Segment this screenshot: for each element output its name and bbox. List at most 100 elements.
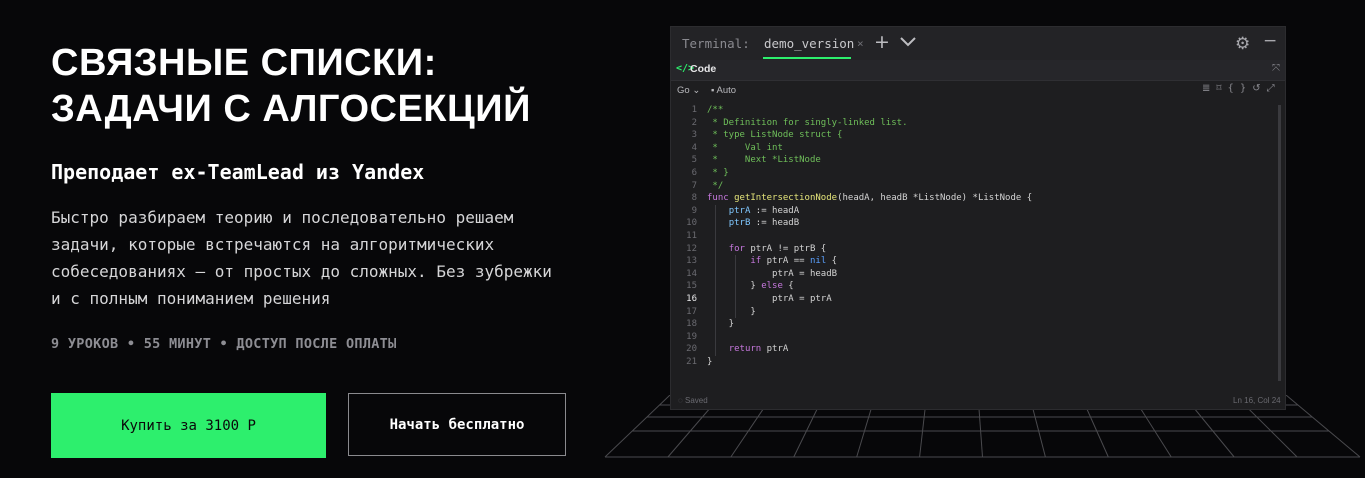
line-code: } else {	[750, 281, 794, 292]
course-description: Быстро разбираем теорию и последовательн…	[51, 208, 552, 308]
code-line: 2 * Definition for singly-linked list.	[671, 117, 1285, 130]
code-line: 3 * type ListNode struct {	[671, 129, 1285, 142]
line-number: 8	[691, 193, 697, 204]
plus-icon[interactable]: +	[874, 31, 890, 53]
line-code: /**	[707, 105, 724, 115]
code-line: 17 }	[671, 306, 1285, 319]
editor-toolbar: Go ⌄ ▪ Auto ≣⌑{}↺⤢	[671, 81, 1285, 101]
language-value: Go	[677, 85, 690, 96]
tab-demo-version[interactable]: demo_version	[764, 36, 854, 51]
saved-status: ◌ Saved	[678, 396, 708, 405]
editor-tools: ≣⌑{}↺⤢	[1202, 83, 1281, 94]
line-code: * Next *ListNode	[707, 155, 821, 166]
code-line: 9 ptrA := headA	[671, 205, 1285, 218]
code-line: 12 for ptrA != ptrB {	[671, 243, 1285, 256]
editor-tab-bar: Terminal: demo_version × + ⚙ −	[671, 27, 1285, 60]
line-number: 13	[686, 256, 697, 267]
format-icon[interactable]: ≣	[1202, 83, 1216, 94]
line-code: return ptrA	[728, 344, 789, 355]
code-area[interactable]: 1 /** 2 * Definition for singly-linked lis…	[671, 104, 1285, 368]
indent-guide	[715, 204, 716, 356]
line-number: 17	[686, 306, 697, 317]
line-number: 1	[691, 105, 697, 115]
line-number: 18	[686, 319, 697, 330]
line-number: 14	[686, 268, 697, 279]
title-line-2: ЗАДАЧИ С АЛГОСЕКЦИЙ	[51, 88, 531, 130]
code-panel-label: Code	[690, 63, 717, 75]
line-code: ptrB := headB	[728, 218, 800, 229]
code-line: 6 * }	[671, 167, 1285, 180]
code-line: 18 }	[671, 318, 1285, 331]
code-line: 13 if ptrA == nil {	[671, 255, 1285, 268]
bookmark-icon[interactable]: ⌑	[1216, 83, 1227, 94]
cursor-position: Ln 16, Col 24	[1233, 396, 1281, 405]
line-number: 2	[691, 117, 697, 128]
code-line: 14 ptrA = headB	[671, 268, 1285, 281]
line-code: * type ListNode struct {	[707, 130, 843, 141]
line-number: 12	[686, 243, 697, 254]
line-number: 19	[686, 331, 697, 342]
line-code: * }	[707, 167, 729, 178]
code-line: 7 */	[671, 180, 1285, 193]
code-line: 19	[671, 331, 1285, 344]
line-code: }	[707, 356, 713, 367]
title-line-1: СВЯЗНЫЕ СПИСКИ:	[51, 42, 437, 84]
line-number: 16	[686, 293, 697, 304]
line-code: for ptrA != ptrB {	[728, 243, 827, 254]
saved-label: Saved	[685, 396, 708, 405]
line-code: */	[707, 180, 724, 191]
code-editor-window: Terminal: demo_version × + ⚙ − </> Code …	[670, 26, 1286, 410]
code-line: 20 return ptrA	[671, 343, 1285, 356]
line-number: 6	[691, 167, 697, 178]
code-line: 10 ptrB := headB	[671, 217, 1285, 230]
course-meta: 9 УРОКОВ • 55 МИНУТ • ДОСТУП ПОСЛЕ ОПЛАТ…	[51, 336, 397, 352]
chevron-down-icon[interactable]	[899, 35, 917, 49]
line-code: * Definition for singly-linked list.	[707, 117, 908, 128]
tab-close-icon[interactable]: ×	[857, 37, 864, 50]
buy-button[interactable]: Купить за 3100 Р	[51, 393, 326, 458]
minus-icon[interactable]: −	[1263, 31, 1277, 51]
terminal-label: Terminal:	[682, 36, 750, 51]
line-number: 21	[686, 356, 697, 367]
line-code: * Val int	[707, 142, 783, 153]
code-line: 11	[671, 230, 1285, 243]
mode-select[interactable]: ▪ Auto	[711, 85, 736, 96]
gear-icon[interactable]: ⚙	[1235, 34, 1250, 54]
start-free-button[interactable]: Начать бесплатно	[348, 393, 566, 456]
line-number: 9	[691, 205, 697, 216]
line-number: 4	[691, 142, 697, 153]
indent-guide	[735, 255, 736, 319]
line-number: 15	[686, 281, 697, 292]
line-code: ptrA = headB	[707, 268, 838, 279]
line-code: if ptrA == nil {	[750, 256, 838, 267]
code-line: 15 } else {	[671, 280, 1285, 293]
page-title: СВЯЗНЫЕ СПИСКИ: ЗАДАЧИ С АЛГОСЕКЦИЙ	[51, 40, 531, 132]
line-code: ptrA := headA	[728, 205, 800, 216]
line-number: 11	[686, 230, 697, 241]
code-line: 8 func getIntersectionNode(headA, headB *…	[671, 192, 1285, 205]
editor-status-bar: ◌ Saved Ln 16, Col 24	[671, 393, 1285, 409]
scrollbar[interactable]	[1278, 105, 1281, 381]
code-line: 16 ptrA = ptrA	[671, 293, 1285, 306]
line-code: func getIntersectionNode(headA, headB *L…	[707, 193, 1033, 204]
undo-icon[interactable]: ↺	[1252, 83, 1266, 94]
line-code: }	[707, 319, 735, 330]
line-number: 20	[686, 344, 697, 355]
fullscreen-icon[interactable]: ⤢	[1267, 83, 1281, 94]
language-select[interactable]: Go ⌄	[677, 85, 700, 96]
code-line: 1 /**	[671, 104, 1285, 117]
mode-value: Auto	[716, 85, 737, 96]
instructor-subtitle: Преподает ex-TeamLead из Yandex	[51, 160, 425, 184]
braces-icon[interactable]: {}	[1228, 83, 1253, 94]
active-tab-indicator	[763, 57, 851, 59]
code-line: 5 * Next *ListNode	[671, 154, 1285, 167]
line-number: 5	[691, 155, 697, 166]
code-line: 21}	[671, 356, 1285, 369]
line-number: 10	[686, 218, 697, 229]
line-number: 3	[691, 130, 697, 141]
expand-icon[interactable]: ⤧	[1272, 63, 1280, 74]
line-number: 7	[691, 180, 697, 191]
code-line: 4 * Val int	[671, 142, 1285, 155]
line-code: ptrA = ptrA	[707, 293, 832, 304]
saved-icon: ◌	[678, 396, 683, 405]
